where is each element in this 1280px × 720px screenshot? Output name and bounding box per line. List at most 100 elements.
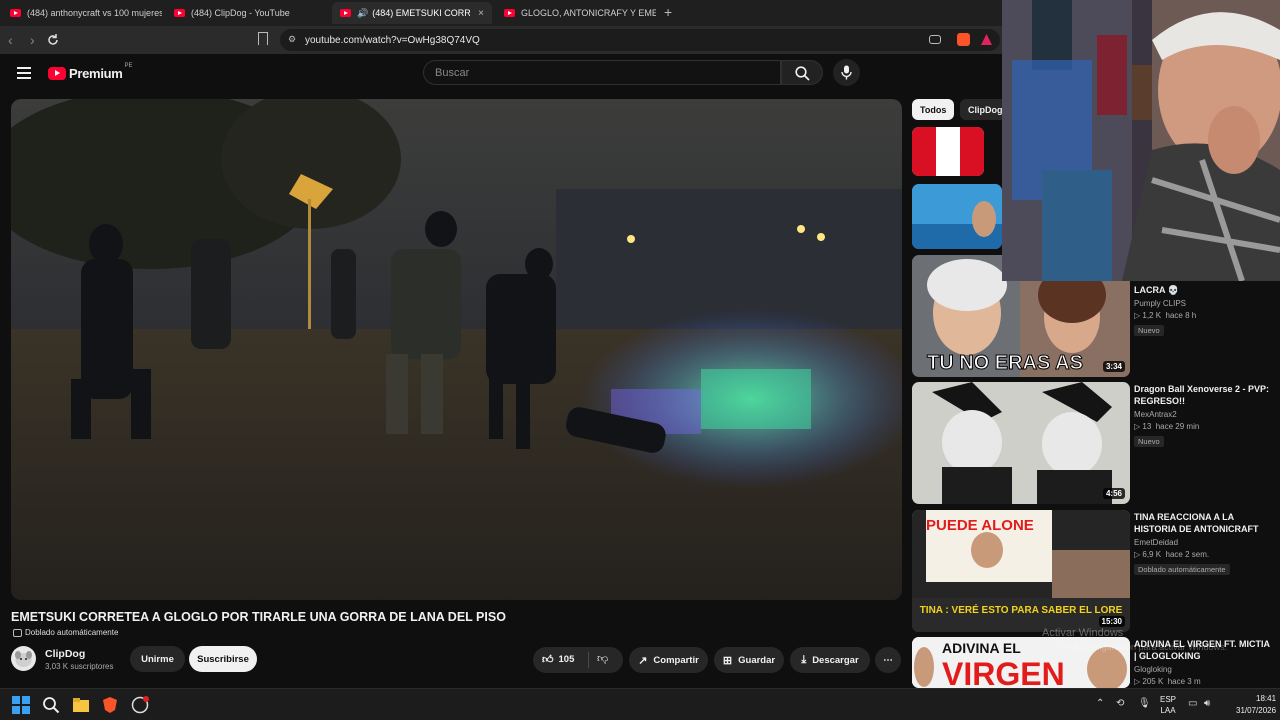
search-icon	[795, 66, 810, 81]
back-icon[interactable]: ‹	[8, 32, 13, 48]
forward-icon[interactable]: ›	[30, 32, 35, 48]
microphone-tray-icon[interactable]: 🎙︎	[1138, 698, 1151, 709]
chip-todos[interactable]: Todos	[912, 99, 955, 120]
recommendation-title: Dragon Ball Xenoverse 2 - PVP: REGRESO!!	[1134, 384, 1270, 406]
windows-taskbar: ⌃ ⟲ 🎙︎ ESP LAA ▭ 🔊︎ 18:41 31/07/2026	[0, 688, 1280, 720]
thumbs-down-icon[interactable]: 👎︎	[597, 652, 608, 665]
recommendation-title: LACRA 💀	[1134, 285, 1179, 295]
cast-icon[interactable]	[929, 35, 941, 44]
age: hace 8 h	[1165, 311, 1197, 320]
video-player[interactable]	[11, 99, 902, 600]
recommendation-info[interactable]: Dragon Ball Xenoverse 2 - PVP: REGRESO!!…	[1134, 383, 1274, 449]
save-playlist-icon: ⊞	[722, 654, 733, 667]
more-actions-button[interactable]: ⋯	[875, 647, 901, 673]
anime-thumb	[912, 382, 1130, 504]
recommendation-info[interactable]: LACRA 💀 Pumply CLIPS ▷ 1,2 K hace 8 h Nu…	[1134, 284, 1274, 338]
new-badge: Nuevo	[1134, 325, 1164, 336]
volume-icon[interactable]: 🔊︎	[1204, 698, 1210, 709]
dubbed-badge: Doblado automáticamente	[1134, 564, 1230, 575]
share-label: Compartir	[653, 654, 699, 666]
windows-start-icon[interactable]	[12, 696, 30, 714]
url-text: youtube.com/watch?v=OwHg38Q74VQ	[305, 34, 480, 46]
thumb-caption: TU NO ERAS AS	[927, 352, 1083, 374]
new-badge: Nuevo	[1134, 436, 1164, 447]
search-button[interactable]	[781, 60, 823, 85]
tab-gloglo[interactable]: GLOGLO, ANTONICRAFY Y EMETSUKI	[496, 2, 656, 24]
share-icon: ↗	[638, 654, 648, 667]
thumb-caption-big: VIRGEN	[942, 656, 1065, 688]
tab-label: GLOGLO, ANTONICRAFY Y EMETSUKI	[521, 8, 656, 18]
age: hace 2 sem.	[1165, 550, 1210, 559]
menu-icon[interactable]	[17, 67, 31, 79]
close-tab-icon[interactable]: ×	[478, 8, 484, 19]
desktop-screen: { "browser": { "tabs": [ {"label": "(484…	[0, 0, 1280, 720]
recommendation-channel: EmetDeidad	[1134, 538, 1179, 547]
save-label: Guardar	[738, 654, 776, 666]
channel-name[interactable]: ClipDog	[45, 648, 85, 660]
obs-recording-icon[interactable]	[131, 696, 149, 714]
download-icon: ⤓	[801, 653, 807, 666]
subscriber-count: 3,03 K suscriptores	[45, 662, 114, 671]
tab-emetsuki-active[interactable]: 🔊 (484) EMETSUKI CORRETEA A ×	[332, 2, 492, 24]
video-frame-night-street	[11, 99, 902, 600]
dubbed-icon	[13, 628, 22, 637]
recommendation-meta: ▷ 1,2 K hace 8 h	[1134, 311, 1197, 320]
recommendation-thumbnail-pool[interactable]	[912, 184, 1002, 249]
video-duration: 4:56	[1102, 488, 1125, 499]
youtube-premium-logo[interactable]: Premium PE	[48, 63, 133, 81]
url-input[interactable]: youtube.com/watch?v=OwHg38Q74VQ	[280, 29, 1000, 51]
network-icon[interactable]: ▭	[1188, 698, 1197, 709]
youtube-header: Premium PE Buscar	[0, 54, 1002, 94]
activate-windows-title: Activar Windows	[1042, 627, 1124, 639]
site-info-icon[interactable]: ⚙	[288, 34, 296, 45]
recommendation-thumbnail-xenoverse[interactable]: 4:56	[912, 382, 1130, 504]
youtube-favicon-icon	[10, 9, 21, 17]
youtube-logo-icon	[48, 67, 66, 80]
brave-shield-icon[interactable]	[957, 33, 970, 46]
sync-icon[interactable]: ⟲	[1116, 698, 1124, 709]
share-button[interactable]: ↗ Compartir	[629, 647, 708, 673]
subscribe-button[interactable]: Suscribirse	[189, 646, 257, 672]
thumb-caption-top: ADIVINA EL	[942, 640, 1021, 656]
brave-rewards-icon[interactable]	[980, 33, 993, 46]
brave-browser-icon[interactable]	[101, 696, 119, 714]
download-button[interactable]: ⤓ Descargar	[790, 647, 870, 673]
tab-anthonycraft[interactable]: (484) anthonycraft vs 100 mujeres - Y	[2, 2, 162, 24]
clock-time: 18:41	[1256, 694, 1277, 703]
bookmark-icon[interactable]	[258, 32, 268, 45]
microphone-icon	[841, 65, 852, 80]
recommendation-meta: ▷ 6,9 K hace 2 sem.	[1134, 550, 1210, 559]
recommendation-meta: ▷ 205 K hace 3 m	[1134, 677, 1201, 686]
search-icon[interactable]	[42, 696, 60, 714]
join-button[interactable]: Unirme	[130, 646, 185, 672]
tab-clipdog[interactable]: (484) ClipDog - YouTube	[166, 2, 328, 24]
video-duration: 3:34	[1102, 361, 1125, 372]
dubbed-label: Doblado automáticamente	[25, 628, 119, 637]
voice-search-button[interactable]	[833, 59, 860, 86]
recommendation-info[interactable]: TINA REACCIONA A LA HISTORIA DE ANTONICR…	[1134, 511, 1274, 577]
webcam-overlay	[1002, 0, 1280, 281]
channel-avatar[interactable]	[11, 646, 36, 671]
recommendation-thumbnail-tina[interactable]: PUEDE ALONE TINA : VERÉ ESTO PARA SABER …	[912, 510, 1130, 632]
youtube-favicon-icon	[174, 9, 185, 17]
search-input[interactable]: Buscar	[423, 60, 781, 85]
youtube-favicon-icon	[504, 9, 515, 17]
lang-top: ESP	[1160, 695, 1177, 704]
clock-date: 31/07/2026	[1236, 706, 1277, 715]
tray-overflow-icon[interactable]: ⌃	[1096, 698, 1104, 709]
new-tab-button[interactable]: +	[664, 4, 672, 20]
recommendation-thumbnail-peru[interactable]	[912, 127, 984, 176]
input-language[interactable]: ESP LAA	[1160, 694, 1176, 716]
dubbed-badge: Doblado automáticamente	[13, 628, 118, 637]
more-icon: ⋯	[883, 654, 893, 666]
reload-icon[interactable]	[46, 33, 60, 47]
age: hace 29 min	[1155, 422, 1200, 431]
peru-flag-thumb	[912, 127, 984, 176]
like-button[interactable]: 👍︎ 105	[542, 653, 574, 666]
save-button[interactable]: ⊞ Guardar	[714, 647, 784, 673]
tina-reaction-thumb: PUEDE ALONE TINA : VERÉ ESTO PARA SABER …	[912, 510, 1130, 632]
file-explorer-icon[interactable]	[72, 696, 90, 714]
system-clock[interactable]: 18:41 31/07/2026	[1236, 693, 1276, 717]
thumb-caption-top: PUEDE ALONE	[926, 517, 1034, 534]
activate-windows-subtitle: Ve a Configuración para activar Windows.	[1060, 642, 1228, 652]
